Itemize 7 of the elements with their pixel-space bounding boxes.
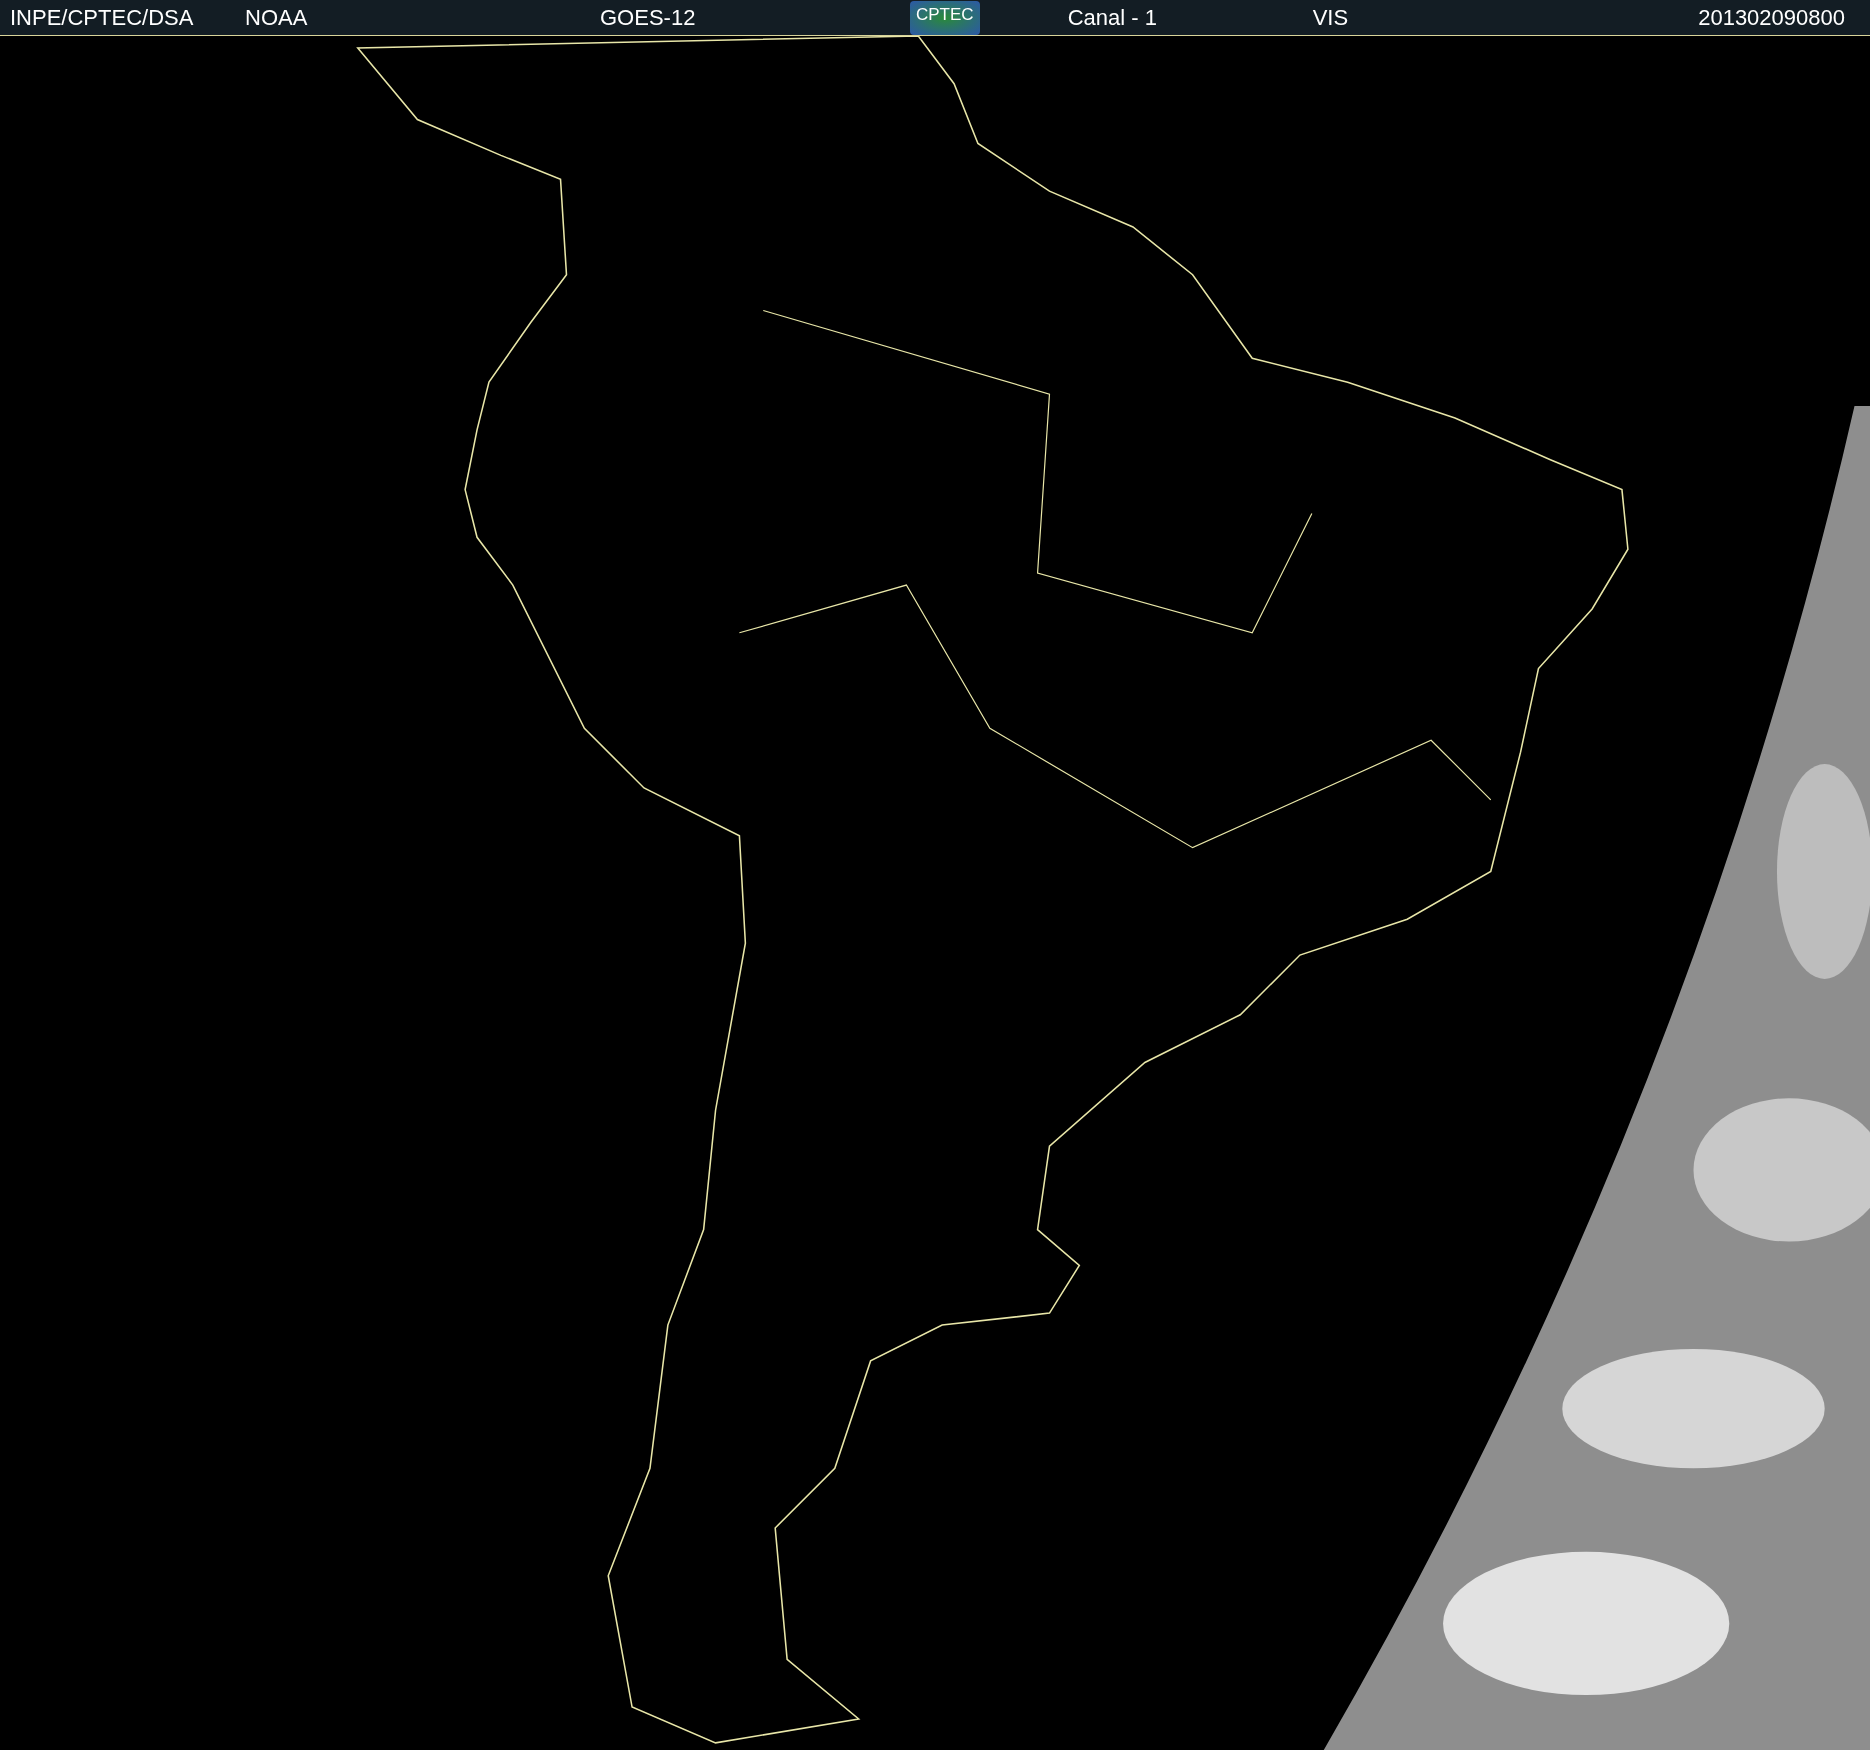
header-label: Canal - 1 <box>1067 4 1158 31</box>
header-label: 201302090800 <box>1698 4 1845 31</box>
logo: CPTEC <box>910 0 980 35</box>
header-label: GOES-12 <box>600 4 697 31</box>
header-label: VIS <box>1312 4 1349 31</box>
header-label: INPE/CPTEC/DSA <box>10 4 195 31</box>
header-label: NOAA <box>245 4 309 31</box>
